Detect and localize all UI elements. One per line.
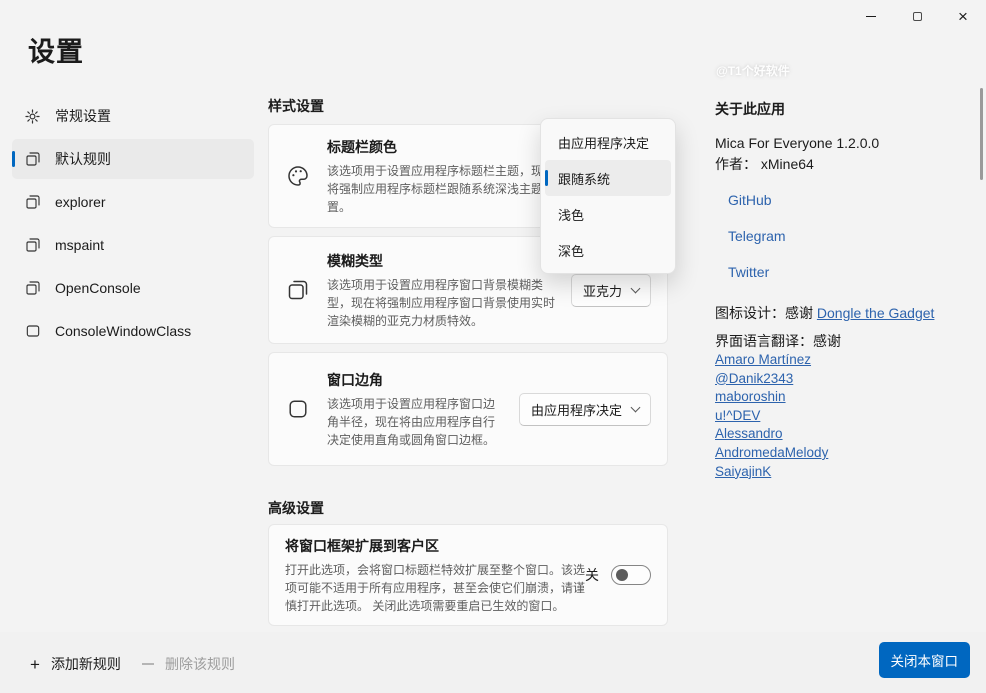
close-button[interactable]: × bbox=[940, 0, 986, 33]
add-rule-button[interactable]: + 添加新规则 bbox=[30, 654, 121, 674]
blur-type-dropdown[interactable]: 亚克力 bbox=[571, 274, 651, 307]
selection-pill bbox=[545, 170, 548, 186]
gear-icon bbox=[24, 108, 41, 125]
app-window-icon bbox=[24, 194, 41, 211]
menu-option-label: 由应用程序决定 bbox=[558, 133, 649, 152]
translator-link[interactable]: u!^DEV bbox=[715, 407, 760, 426]
author-line: 作者： xMine64 bbox=[715, 154, 973, 175]
card-title: 将窗口框架扩展到客户区 bbox=[285, 536, 585, 556]
section-title-style: 样式设置 bbox=[268, 96, 668, 114]
icon-design-prefix: 图标设计：感谢 bbox=[715, 305, 817, 321]
github-link[interactable]: GitHub bbox=[728, 190, 772, 211]
close-window-button[interactable]: 关闭本窗口 bbox=[879, 642, 971, 678]
menu-option-follow-system[interactable]: 跟随系统 bbox=[545, 160, 671, 196]
blur-icon bbox=[269, 278, 327, 302]
sidebar-item-label: 常规设置 bbox=[55, 106, 111, 126]
window-corner-card: 窗口边角 该选项用于设置应用程序窗口边角半径，现在将由应用程序自行决定使用直角或… bbox=[268, 352, 668, 466]
card-description: 该选项用于设置应用程序窗口边角半径，现在将由应用程序自行决定使用直角或圆角窗口边… bbox=[327, 395, 503, 449]
extend-frame-toggle[interactable] bbox=[611, 565, 651, 585]
card-description: 打开此选项，会将窗口标题栏特效扩展至整个窗口。该选项可能不适用于所有应用程序，甚… bbox=[285, 561, 585, 615]
plus-icon: + bbox=[30, 656, 40, 673]
menu-option-label: 深色 bbox=[558, 241, 584, 260]
about-panel: 关于此应用 Mica For Everyone 1.2.0.0 作者： xMin… bbox=[715, 99, 973, 481]
menu-option-dark[interactable]: 深色 bbox=[545, 232, 671, 268]
toggle-knob bbox=[616, 569, 628, 581]
extend-frame-card: 将窗口框架扩展到客户区 打开此选项，会将窗口标题栏特效扩展至整个窗口。该选项可能… bbox=[268, 524, 668, 626]
translator-link[interactable]: Amaro Martínez bbox=[715, 351, 811, 370]
icon-design-credit: 图标设计：感谢 Dongle the Gadget bbox=[715, 304, 973, 323]
section-title-advanced: 高级设置 bbox=[268, 498, 668, 516]
watermark: @T1个好软件 bbox=[716, 62, 790, 79]
translation-credit-label: 界面语言翻译：感谢 bbox=[715, 332, 973, 351]
delete-rule-label: 删除该规则 bbox=[165, 654, 235, 674]
translator-links: Amaro Martínez @Danik2343 maboroshin u!^… bbox=[715, 351, 973, 481]
menu-option-label: 跟随系统 bbox=[558, 169, 610, 188]
sidebar-item-label: 默认规则 bbox=[55, 149, 111, 169]
maximize-button[interactable] bbox=[894, 0, 940, 33]
window-controls: × bbox=[848, 0, 986, 33]
sidebar-item-consolewindowclass[interactable]: ConsoleWindowClass bbox=[12, 311, 254, 351]
dongle-the-gadget-link[interactable]: Dongle the Gadget bbox=[817, 305, 935, 321]
translator-link[interactable]: maboroshin bbox=[715, 388, 786, 407]
card-description: 该选项用于设置应用程序标题栏主题，现在将强制应用程序标题栏跟随系统深浅主题设置。 bbox=[327, 162, 559, 216]
telegram-link[interactable]: Telegram bbox=[728, 226, 786, 247]
close-icon: × bbox=[958, 8, 968, 25]
card-description: 该选项用于设置应用程序窗口背景模糊类型，现在将强制应用程序窗口背景使用实时渲染模… bbox=[327, 276, 559, 330]
delete-rule-button[interactable]: 删除该规则 bbox=[142, 654, 235, 674]
translator-link[interactable]: Alessandro bbox=[715, 425, 783, 444]
window-corner-dropdown[interactable]: 由应用程序决定 bbox=[519, 393, 651, 426]
rule-window-icon bbox=[24, 151, 41, 168]
sidebar-item-label: mspaint bbox=[55, 237, 104, 253]
toggle-state-label: 关 bbox=[585, 565, 599, 585]
menu-option-light[interactable]: 浅色 bbox=[545, 196, 671, 232]
chevron-down-icon bbox=[631, 403, 641, 413]
app-window-icon bbox=[24, 237, 41, 254]
add-rule-label: 添加新规则 bbox=[51, 654, 121, 674]
menu-option-app-decides[interactable]: 由应用程序决定 bbox=[545, 124, 671, 160]
menu-option-label: 浅色 bbox=[558, 205, 584, 224]
translator-link[interactable]: AndromedaMelody bbox=[715, 444, 828, 463]
translator-link[interactable]: @Danik2343 bbox=[715, 370, 793, 389]
sidebar-item-openconsole[interactable]: OpenConsole bbox=[12, 268, 254, 308]
minimize-icon bbox=[866, 16, 876, 17]
translator-link[interactable]: SaiyajinK bbox=[715, 463, 771, 482]
card-title: 窗口边角 bbox=[327, 370, 519, 390]
sidebar-item-default-rules[interactable]: 默认规则 bbox=[12, 139, 254, 179]
twitter-link[interactable]: Twitter bbox=[728, 262, 769, 283]
titlebar-color-open-menu: 由应用程序决定 跟随系统 浅色 深色 bbox=[540, 118, 676, 274]
scrollbar-thumb[interactable] bbox=[980, 88, 983, 180]
sidebar-item-label: ConsoleWindowClass bbox=[55, 323, 191, 339]
about-title: 关于此应用 bbox=[715, 99, 973, 119]
dropdown-value: 亚克力 bbox=[583, 281, 622, 300]
sidebar-item-label: OpenConsole bbox=[55, 280, 141, 296]
minus-icon bbox=[142, 663, 154, 664]
minimize-button[interactable] bbox=[848, 0, 894, 33]
sidebar: 常规设置 默认规则 explorer mspaint bbox=[12, 96, 254, 354]
sidebar-item-explorer[interactable]: explorer bbox=[12, 182, 254, 222]
sidebar-item-general-settings[interactable]: 常规设置 bbox=[12, 96, 254, 136]
maximize-icon bbox=[913, 12, 922, 21]
sidebar-item-label: explorer bbox=[55, 194, 106, 210]
sidebar-item-mspaint[interactable]: mspaint bbox=[12, 225, 254, 265]
palette-icon bbox=[269, 164, 327, 188]
chevron-down-icon bbox=[631, 284, 641, 294]
corner-icon bbox=[269, 398, 327, 420]
dropdown-value: 由应用程序决定 bbox=[531, 400, 622, 419]
page-title: 设置 bbox=[28, 30, 84, 69]
app-window-icon bbox=[24, 280, 41, 297]
app-name-version: Mica For Everyone 1.2.0.0 bbox=[715, 133, 973, 154]
footer-bar: + 添加新规则 删除该规则 关闭本窗口 bbox=[0, 632, 986, 693]
card-title: 模糊类型 bbox=[327, 251, 571, 271]
console-window-icon bbox=[24, 323, 41, 340]
selection-pill bbox=[12, 151, 15, 167]
